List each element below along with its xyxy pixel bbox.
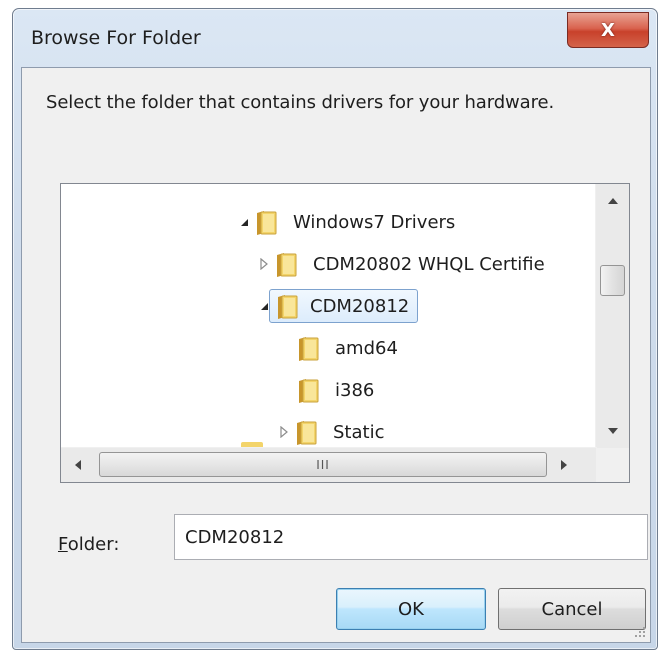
tree-item-cdm20802[interactable]: CDM20802 WHQL Certifie [257, 246, 551, 282]
cancel-button[interactable]: Cancel [498, 588, 646, 630]
expanded-arrow-icon[interactable] [237, 215, 251, 229]
folder-icon [295, 419, 317, 445]
tree-item-label: CDM20802 WHQL Certifie [313, 253, 545, 275]
folder-input[interactable] [174, 514, 648, 560]
instruction-text: Select the folder that contains drivers … [46, 92, 555, 113]
selected-tree-item-box: CDM20812 [269, 289, 419, 323]
ok-button[interactable]: OK [336, 588, 486, 630]
browse-for-folder-dialog: Browse For Folder X Select the folder th… [12, 8, 658, 650]
window-title: Browse For Folder [31, 27, 201, 49]
folder-field-label: Folder: [58, 534, 119, 555]
folder-icon [297, 335, 319, 361]
folder-tree[interactable]: Windows7 Drivers CDM20802 WHQL Certifie [60, 183, 630, 483]
scroll-down-arrow-icon [607, 428, 618, 434]
vertical-scrollbar[interactable] [595, 184, 629, 448]
horizontal-scrollbar[interactable]: III [61, 447, 597, 482]
tree-item-label: Static [333, 421, 385, 443]
close-icon: X [601, 19, 615, 41]
folder-icon [276, 293, 298, 319]
folder-icon [255, 209, 277, 235]
scroll-right-arrow-icon [561, 460, 567, 470]
folder-label-accelerator: F [58, 534, 68, 555]
tree-item-label: Windows7 Drivers [293, 211, 456, 233]
scroll-left-button[interactable] [61, 448, 95, 482]
horizontal-scroll-thumb[interactable]: III [99, 452, 547, 477]
scrollbar-corner [596, 448, 629, 482]
scroll-grip-icon: III [316, 457, 330, 472]
dialog-body: Select the folder that contains drivers … [21, 67, 651, 643]
folder-icon [275, 251, 297, 277]
tree-item-label: CDM20812 [310, 295, 410, 317]
close-button[interactable]: X [567, 12, 649, 48]
scroll-right-button[interactable] [547, 448, 581, 482]
vertical-scroll-thumb[interactable] [600, 265, 625, 296]
scroll-up-arrow-icon [607, 198, 618, 204]
tree-item-label: amd64 [335, 337, 398, 359]
tree-item-amd64[interactable]: amd64 [297, 330, 404, 366]
collapsed-arrow-icon[interactable] [257, 257, 271, 271]
collapsed-arrow-icon[interactable] [277, 425, 291, 439]
scroll-left-arrow-icon [75, 460, 81, 470]
tree-item-i386[interactable]: i386 [297, 372, 380, 408]
folder-tree-viewport: Windows7 Drivers CDM20802 WHQL Certifie [61, 184, 597, 448]
tree-item-static[interactable]: Static [277, 414, 390, 448]
scroll-down-button[interactable] [596, 414, 629, 448]
folder-icon [297, 377, 319, 403]
tree-item-windows7-drivers[interactable]: Windows7 Drivers [237, 204, 461, 240]
folder-label-text: older: [67, 534, 120, 555]
title-bar[interactable]: Browse For Folder X [13, 9, 657, 67]
resize-grip-icon[interactable] [634, 626, 646, 638]
scroll-up-button[interactable] [596, 184, 629, 218]
tree-item-label: i386 [335, 379, 375, 401]
tree-item-cdm20812[interactable]: CDM20812 [257, 288, 419, 324]
